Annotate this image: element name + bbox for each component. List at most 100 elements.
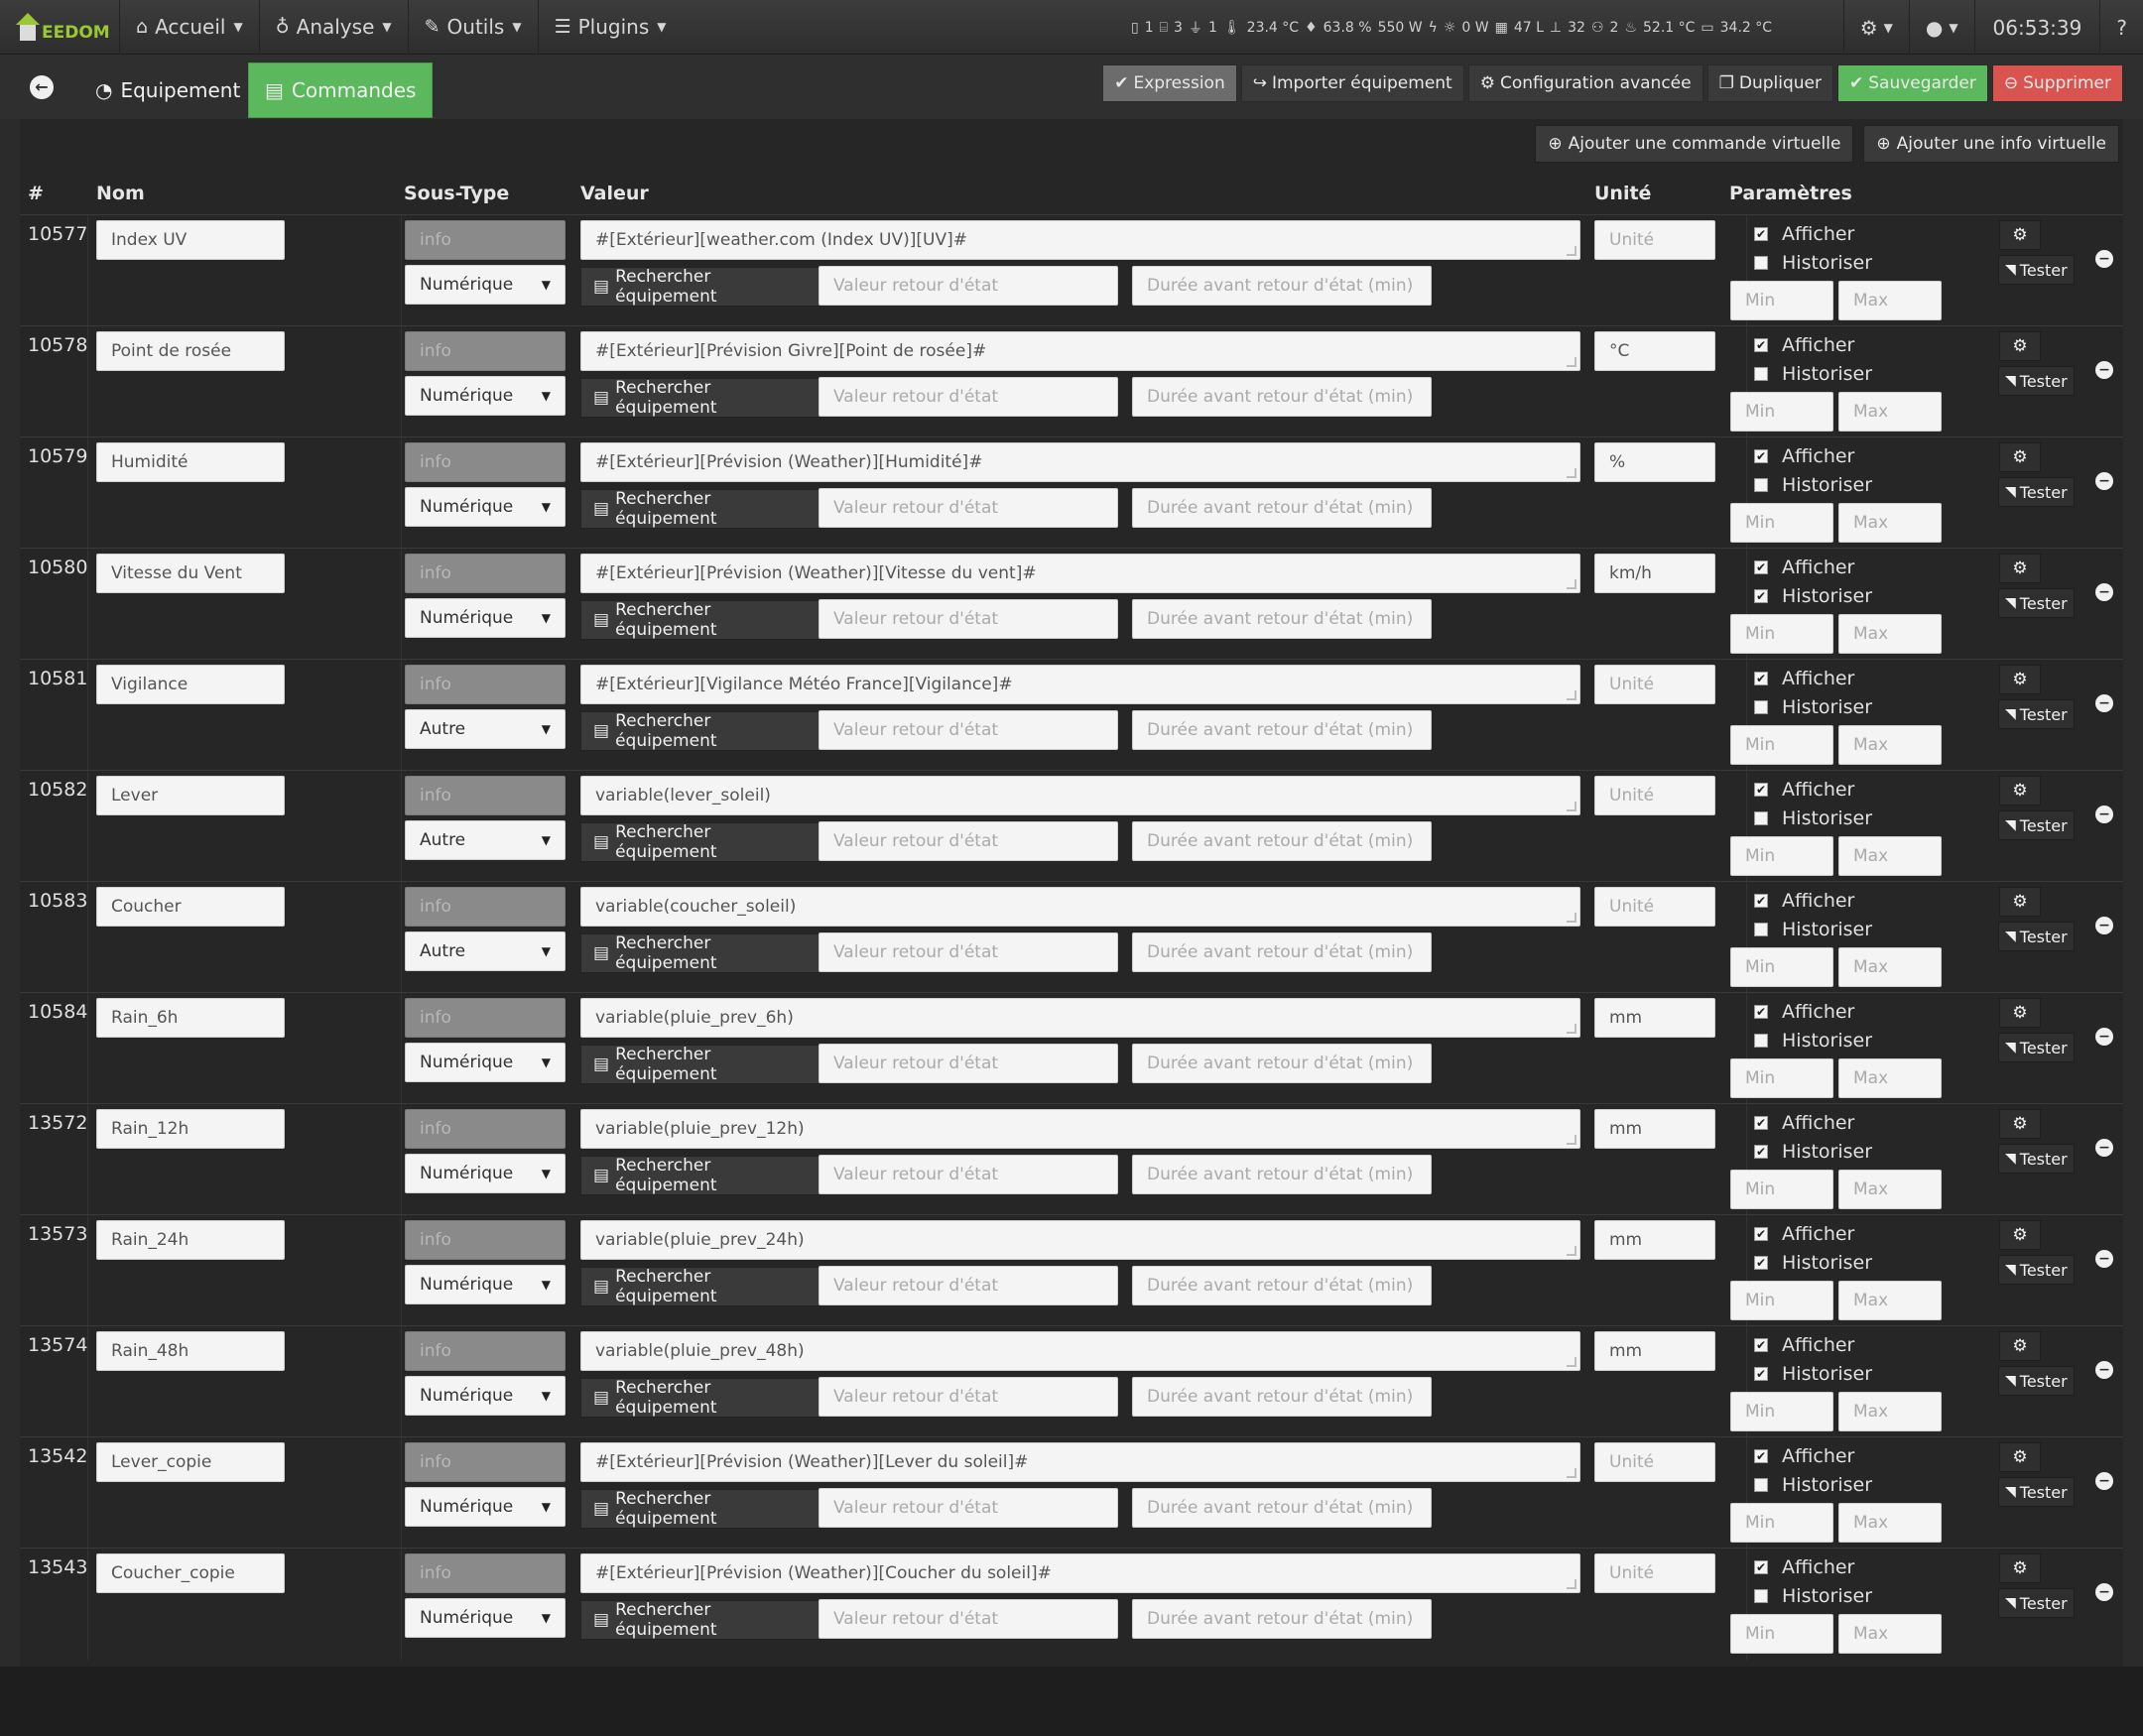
resize-handle-icon[interactable] [1567, 468, 1576, 478]
return-state-value-input[interactable]: Valeur retour d'état [819, 710, 1118, 750]
cogs-icon[interactable]: ⚙ [1999, 1442, 2041, 1472]
test-button[interactable]: ◥ Tester [1998, 1255, 2075, 1285]
min-input[interactable]: Min [1730, 1170, 1833, 1209]
unit-input[interactable]: mm [1594, 998, 1715, 1038]
resize-handle-icon[interactable] [1567, 579, 1576, 589]
historiser-checkbox[interactable]: Historiser [1754, 919, 1872, 940]
checkbox-box[interactable]: ✔ [1754, 589, 1768, 603]
return-state-time-input[interactable]: Durée avant retour d'état (min) [1132, 488, 1432, 528]
add-virtual-info-button[interactable]: ⊕ Ajouter une info virtuelle [1863, 125, 2119, 163]
advanced-config-button[interactable]: ⚙ Configuration avancée [1467, 64, 1703, 102]
subtype-select[interactable]: Numérique ▼ [405, 1598, 566, 1638]
subtype-select[interactable]: Numérique ▼ [405, 598, 566, 638]
max-input[interactable]: Max [1838, 836, 1942, 876]
search-equipment-button[interactable]: ▤ Rechercher équipement [580, 267, 826, 307]
checkbox-box[interactable]: ✔ [1754, 338, 1768, 352]
max-input[interactable]: Max [1838, 1170, 1942, 1209]
test-button[interactable]: ◥ Tester [1998, 922, 2075, 951]
test-button[interactable]: ◥ Tester [1998, 810, 2075, 840]
min-input[interactable]: Min [1730, 281, 1833, 320]
test-button[interactable]: ◥ Tester [1998, 588, 2075, 618]
return-state-time-input[interactable]: Durée avant retour d'état (min) [1132, 1599, 1432, 1639]
afficher-checkbox[interactable]: ✔ Afficher [1754, 1001, 1854, 1023]
search-equipment-button[interactable]: ▤ Rechercher équipement [580, 933, 826, 973]
checkbox-box[interactable]: ✔ [1754, 783, 1768, 797]
checkbox-box[interactable] [1754, 700, 1768, 714]
remove-command-icon[interactable]: − [2095, 361, 2113, 379]
tab-commandes[interactable]: ▤ Commandes [248, 62, 434, 118]
return-state-value-input[interactable]: Valeur retour d'état [819, 932, 1118, 972]
return-state-value-input[interactable]: Valeur retour d'état [819, 821, 1118, 861]
max-input[interactable]: Max [1838, 947, 1942, 987]
command-name-input[interactable]: Rain_48h [96, 1331, 285, 1371]
unit-input[interactable]: Unité [1594, 665, 1715, 704]
afficher-checkbox[interactable]: ✔ Afficher [1754, 779, 1854, 801]
resize-handle-icon[interactable] [1567, 1468, 1576, 1478]
cogs-icon[interactable]: ⚙ [1999, 442, 2041, 472]
unit-input[interactable]: km/h [1594, 554, 1715, 593]
checkbox-box[interactable]: ✔ [1754, 560, 1768, 574]
jeedom-logo[interactable]: EEDOM [0, 0, 119, 55]
return-state-value-input[interactable]: Valeur retour d'état [819, 1599, 1118, 1639]
subtype-select[interactable]: Numérique ▼ [405, 1043, 566, 1082]
afficher-checkbox[interactable]: ✔ Afficher [1754, 1112, 1854, 1134]
return-state-value-input[interactable]: Valeur retour d'état [819, 1155, 1118, 1194]
command-name-input[interactable]: Index UV [96, 220, 285, 260]
unit-input[interactable]: mm [1594, 1220, 1715, 1260]
return-state-time-input[interactable]: Durée avant retour d'état (min) [1132, 266, 1432, 306]
historiser-checkbox[interactable]: Historiser [1754, 474, 1872, 496]
subtype-select[interactable]: Numérique ▼ [405, 376, 566, 416]
calcul-expression-textarea[interactable]: #[Extérieur][weather.com (Index UV)][UV]… [580, 220, 1580, 260]
search-equipment-button[interactable]: ▤ Rechercher équipement [580, 1267, 826, 1306]
menu-analyse[interactable]: ♁ Analyse ▼ [258, 0, 408, 55]
min-input[interactable]: Min [1730, 614, 1833, 654]
historiser-checkbox[interactable]: ✔ Historiser [1754, 585, 1872, 607]
cogs-icon[interactable]: ⚙ [1999, 331, 2041, 361]
checkbox-box[interactable]: ✔ [1754, 1227, 1768, 1241]
min-input[interactable]: Min [1730, 725, 1833, 765]
historiser-checkbox[interactable]: Historiser [1754, 696, 1872, 718]
return-state-value-input[interactable]: Valeur retour d'état [819, 1266, 1118, 1305]
subtype-select[interactable]: Autre ▼ [405, 820, 566, 860]
checkbox-box[interactable]: ✔ [1754, 227, 1768, 241]
subtype-select[interactable]: Numérique ▼ [405, 265, 566, 305]
return-state-value-input[interactable]: Valeur retour d'état [819, 1488, 1118, 1528]
remove-command-icon[interactable]: − [2095, 250, 2113, 268]
min-input[interactable]: Min [1730, 392, 1833, 432]
test-button[interactable]: ◥ Tester [1998, 255, 2075, 285]
unit-input[interactable]: Unité [1594, 1442, 1715, 1482]
max-input[interactable]: Max [1838, 725, 1942, 765]
subtype-select[interactable]: Autre ▼ [405, 709, 566, 749]
min-input[interactable]: Min [1730, 1503, 1833, 1543]
cogs-icon[interactable]: ⚙ [1999, 665, 2041, 694]
remove-command-icon[interactable]: − [2095, 583, 2113, 601]
resize-handle-icon[interactable] [1567, 1579, 1576, 1589]
cogs-icon[interactable]: ⚙ [1999, 220, 2041, 250]
unit-input[interactable]: Unité [1594, 887, 1715, 927]
menu-outils[interactable]: ✎ Outils ▼ [407, 0, 538, 55]
test-button[interactable]: ◥ Tester [1998, 1144, 2075, 1174]
search-equipment-button[interactable]: ▤ Rechercher équipement [580, 1156, 826, 1195]
subtype-select[interactable]: Numérique ▼ [405, 487, 566, 527]
afficher-checkbox[interactable]: ✔ Afficher [1754, 890, 1854, 912]
remove-command-icon[interactable]: − [2095, 1472, 2113, 1490]
return-state-value-input[interactable]: Valeur retour d'état [819, 599, 1118, 639]
command-name-input[interactable]: Humidité [96, 442, 285, 482]
afficher-checkbox[interactable]: ✔ Afficher [1754, 668, 1854, 689]
checkbox-box[interactable] [1754, 811, 1768, 825]
remove-command-icon[interactable]: − [2095, 806, 2113, 823]
min-input[interactable]: Min [1730, 503, 1833, 543]
command-name-input[interactable]: Rain_24h [96, 1220, 285, 1260]
afficher-checkbox[interactable]: ✔ Afficher [1754, 1334, 1854, 1356]
max-input[interactable]: Max [1838, 1281, 1942, 1320]
unit-input[interactable]: % [1594, 442, 1715, 482]
remove-command-icon[interactable]: − [2095, 1583, 2113, 1601]
checkbox-box[interactable] [1754, 256, 1768, 270]
min-input[interactable]: Min [1730, 947, 1833, 987]
max-input[interactable]: Max [1838, 1614, 1942, 1654]
cogs-icon[interactable]: ⚙ [1999, 776, 2041, 806]
unit-input[interactable]: °C [1594, 331, 1715, 371]
max-input[interactable]: Max [1838, 281, 1942, 320]
command-name-input[interactable]: Coucher [96, 887, 285, 927]
expression-button[interactable]: ✔ Expression [1102, 64, 1237, 102]
